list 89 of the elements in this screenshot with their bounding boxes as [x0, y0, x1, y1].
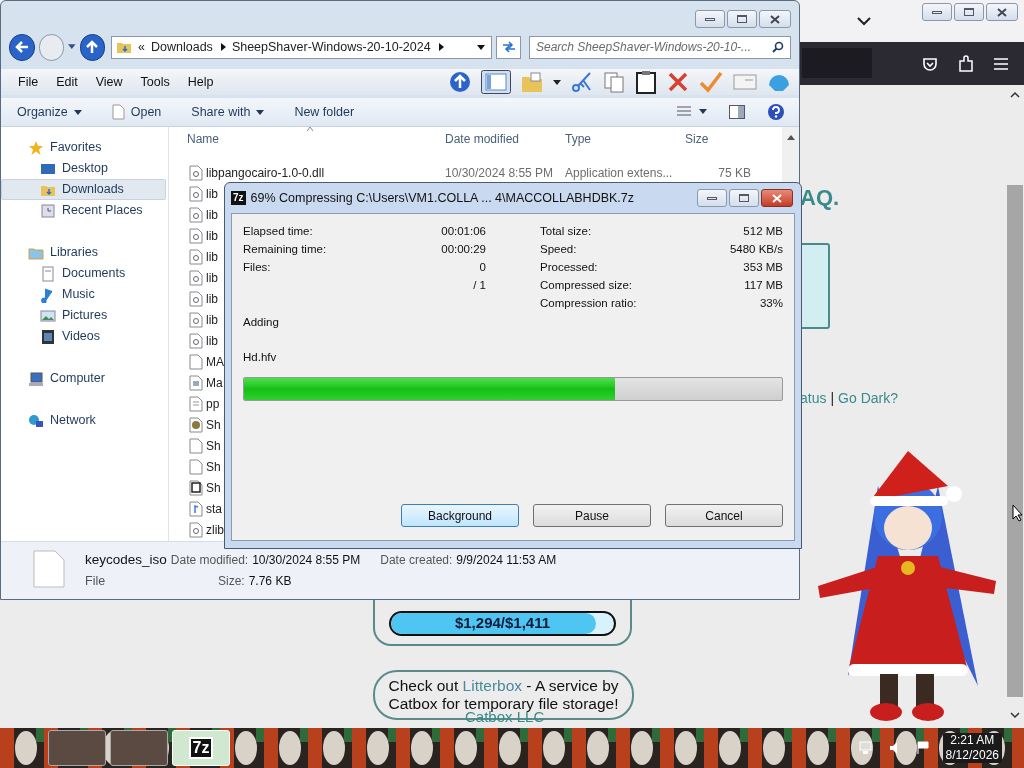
details-name: keycodes_iso: [85, 551, 167, 569]
stat-value: 5480 KB/s: [729, 242, 783, 258]
nav-item[interactable]: Favorites: [1, 137, 166, 158]
nav-item[interactable]: Videos: [1, 326, 166, 347]
command-button[interactable]: Organize: [17, 102, 82, 122]
dialog-button[interactable]: Cancel: [665, 504, 783, 527]
file-name: Sh: [206, 479, 221, 497]
details-label: Date created:: [380, 552, 453, 569]
nav-item[interactable]: Network: [1, 410, 166, 431]
dialog-title: 69% Compressing C:\Users\VM1.COLLA ... 4\MACCOLLABHDBK.7z: [250, 189, 635, 207]
clock-date[interactable]: 8/12/2026: [945, 748, 999, 763]
file-name: lib: [206, 248, 218, 266]
stat-label: Processed:: [540, 260, 598, 276]
file-name: lib: [206, 206, 218, 224]
nav-item[interactable]: Libraries: [1, 242, 166, 263]
file-name: libpangocairo-1.0-0.dll: [206, 164, 325, 182]
page-heading: AQ.: [800, 184, 840, 212]
file-name: Sh: [206, 437, 221, 455]
menu-item[interactable]: View: [86, 72, 132, 92]
nav-item[interactable]: Pictures: [1, 305, 166, 326]
app-icon: 7z: [231, 191, 246, 205]
stat-value: 353 MB: [743, 260, 783, 276]
stat-value: 00:01:06: [441, 224, 486, 240]
file-name: lib: [206, 227, 218, 245]
stat-label: Speed:: [540, 242, 577, 258]
nav-item[interactable]: Documents: [1, 263, 166, 284]
file-name: lib: [206, 185, 218, 203]
file-name: MA: [206, 353, 224, 371]
donation-amount: $1,294/$1,411: [453, 613, 552, 634]
stat-label: Compressed size:: [540, 278, 633, 294]
details-label: Date modified:: [170, 552, 249, 569]
stat-value: 0: [479, 260, 486, 276]
current-file: Hd.hfv: [243, 350, 278, 366]
stat-value: 512 MB: [743, 224, 783, 240]
details-value: 9/9/2024 11:53 AM: [456, 552, 557, 569]
chevrons-text[interactable]: «: [138, 37, 146, 57]
address-field[interactable]: « Downloads SheepShaver-Windows-20-10-2024: [111, 35, 493, 59]
breadcrumb-item[interactable]: SheepShaver-Windows-20-10-2024: [231, 37, 431, 57]
menu-item[interactable]: Help: [178, 72, 223, 92]
file-name: sta: [206, 500, 222, 518]
operation-text: Adding: [243, 315, 280, 330]
command-button[interactable]: Open: [111, 102, 162, 122]
file-name: Sh: [206, 416, 221, 434]
nav-item[interactable]: Recent Places: [1, 200, 166, 221]
clock-time[interactable]: 2:21 AM: [950, 733, 995, 748]
menu-item[interactable]: File: [9, 72, 48, 92]
nav-item[interactable]: Downloads: [1, 179, 166, 200]
dialog-button[interactable]: Background: [401, 504, 519, 527]
nav-item[interactable]: Desktop: [1, 158, 166, 179]
separator-text: |: [830, 389, 835, 408]
column-header[interactable]: Date modified: [445, 130, 565, 148]
details-label: Size:: [218, 573, 245, 591]
command-button[interactable]: Share with: [191, 102, 265, 122]
file-name: Ma: [206, 374, 223, 392]
command-button[interactable]: New folder: [294, 102, 355, 122]
file-name: pp: [206, 395, 220, 413]
file-name: Sh: [206, 458, 221, 476]
file-name: lib: [206, 311, 218, 329]
file-date: 10/30/2024 8:55 PM: [445, 164, 555, 182]
file-name: zlib: [206, 521, 224, 539]
file-name: lib: [206, 269, 218, 287]
menu-item[interactable]: Edit: [47, 72, 87, 92]
nav-item[interactable]: Music: [1, 284, 166, 305]
file-name: lib: [206, 290, 218, 308]
stat-label: Compression ratio:: [540, 296, 637, 312]
file-name: lib: [206, 332, 218, 350]
stat-value: 00:00:29: [441, 242, 486, 258]
details-value: 10/30/2024 8:55 PM: [252, 552, 361, 569]
breadcrumb-item[interactable]: Downloads: [151, 37, 213, 57]
details-type: File: [85, 573, 107, 591]
stat-label: Total size:: [540, 224, 592, 240]
stat-label: Files:: [243, 260, 271, 276]
dialog-button[interactable]: Pause: [533, 504, 651, 527]
file-type: Application extens...: [565, 164, 674, 182]
dark-mode-link[interactable]: Go Dark?: [838, 388, 899, 409]
column-header[interactable]: Type: [565, 130, 685, 148]
column-header[interactable]: Name: [185, 130, 445, 148]
column-header[interactable]: Size: [685, 130, 765, 148]
details-value: 7.76 KB: [248, 573, 292, 591]
stat-value: 117 MB: [744, 278, 783, 294]
stat-value: / 1: [473, 278, 486, 294]
stat-label: Remaining time:: [243, 242, 327, 258]
menu-item[interactable]: Tools: [131, 72, 179, 92]
stat-value: 33%: [759, 296, 783, 312]
taskbar-button[interactable]: 7z: [172, 730, 230, 766]
search-field[interactable]: Search SheepShaver-Windows-20-10-...: [529, 35, 791, 59]
file-size: 75 KB: [717, 164, 751, 182]
stat-label: Elapsed time:: [243, 224, 313, 240]
nav-item[interactable]: Computer: [1, 368, 166, 389]
